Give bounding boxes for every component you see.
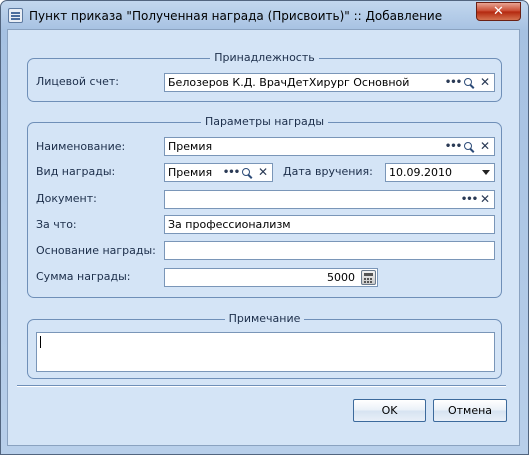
award-date-select[interactable]: 10.09.2010 — [385, 163, 495, 182]
award-date-label: Дата вручения: — [283, 165, 373, 178]
basis-label: Основание награды: — [36, 244, 156, 257]
amount-label: Сумма награды: — [36, 270, 131, 283]
ok-button[interactable]: OK — [353, 399, 426, 422]
group-affiliation-title: Принадлежность — [210, 51, 319, 64]
award-name-field[interactable]: Премия ••• ✕ — [164, 137, 495, 156]
reason-value: За профессионализм — [168, 218, 291, 231]
calculator-icon[interactable] — [361, 270, 376, 285]
award-name-value: Премия — [168, 140, 213, 153]
basis-field[interactable] — [164, 241, 495, 260]
reason-field[interactable]: За профессионализм — [164, 215, 495, 234]
award-type-clear-icon[interactable]: ✕ — [255, 165, 271, 180]
award-type-value: Премия — [168, 166, 213, 179]
award-name-clear-icon[interactable]: ✕ — [477, 139, 493, 154]
amount-field[interactable]: 5000 — [164, 268, 378, 287]
award-name-label: Наименование: — [36, 140, 126, 153]
award-type-ellipsis-icon[interactable]: ••• — [223, 165, 240, 180]
account-value: Белозеров К.Д. ВрачДетХирург Основной — [168, 76, 410, 89]
chevron-down-icon[interactable] — [478, 164, 494, 181]
group-note-title: Примечание — [224, 312, 305, 325]
note-textarea[interactable] — [36, 332, 495, 372]
award-type-field[interactable]: Премия ••• ✕ — [164, 163, 273, 182]
account-search-icon[interactable] — [461, 75, 477, 90]
document-field[interactable]: ••• ✕ — [164, 190, 495, 209]
document-label: Документ: — [36, 192, 97, 205]
text-caret — [40, 336, 41, 348]
group-award-title: Параметры награды — [200, 115, 329, 128]
cancel-button[interactable]: Отмена — [433, 399, 507, 422]
account-field[interactable]: Белозеров К.Д. ВрачДетХирург Основной ••… — [164, 73, 495, 92]
award-type-search-icon[interactable] — [239, 165, 255, 180]
amount-value: 5000 — [327, 271, 355, 284]
divider — [17, 385, 506, 387]
award-name-search-icon[interactable] — [461, 139, 477, 154]
account-label: Лицевой счет: — [36, 75, 119, 88]
award-date-value: 10.09.2010 — [389, 166, 452, 179]
award-name-ellipsis-icon[interactable]: ••• — [445, 139, 462, 154]
document-clear-icon[interactable]: ✕ — [477, 192, 493, 207]
account-ellipsis-icon[interactable]: ••• — [445, 75, 462, 90]
account-clear-icon[interactable]: ✕ — [477, 75, 493, 90]
close-window-button[interactable]: ✕ — [476, 2, 521, 21]
app-icon — [8, 8, 23, 23]
document-ellipsis-icon[interactable]: ••• — [461, 192, 478, 207]
reason-label: За что: — [36, 218, 77, 231]
award-type-label: Вид награды: — [36, 165, 116, 178]
title-bar[interactable]: Пункт приказа "Полученная награда (Присв… — [1, 1, 528, 31]
window-title: Пункт приказа "Полученная награда (Присв… — [29, 9, 443, 23]
